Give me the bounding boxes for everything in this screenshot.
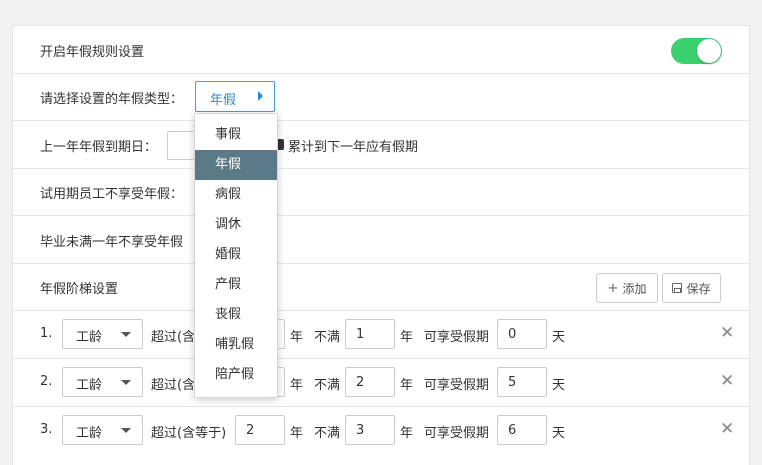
probation-row: 试用期员工不享受年假： bbox=[13, 169, 749, 216]
year-unit: 年 bbox=[400, 426, 414, 441]
dropdown-option[interactable]: 丧假 bbox=[195, 300, 277, 330]
enable-row: 开启年假规则设置 bbox=[13, 26, 749, 74]
tier-row: 1. 工龄 超过(含等于) 0 年 不满 1 年 可享受假期 0 天 ✕ bbox=[13, 311, 749, 359]
days-input[interactable]: 6 bbox=[497, 415, 547, 445]
caret-right-icon bbox=[258, 91, 263, 101]
dropdown-option[interactable]: 调休 bbox=[195, 210, 277, 240]
tier-number: 1. bbox=[40, 326, 53, 341]
toggle-knob bbox=[697, 39, 721, 63]
enjoy-label: 可享受假期 bbox=[424, 378, 490, 393]
dropdown-option[interactable]: 病假 bbox=[195, 180, 277, 210]
year-unit: 年 bbox=[400, 378, 414, 393]
days-value: 6 bbox=[508, 423, 517, 438]
save-button[interactable]: 保存 bbox=[662, 273, 721, 303]
enjoy-label: 可享受假期 bbox=[424, 330, 490, 345]
tier-basis-value: 工龄 bbox=[76, 426, 103, 441]
year-unit: 年 bbox=[400, 330, 414, 345]
chevron-down-icon bbox=[121, 332, 131, 337]
add-label: 添加 bbox=[622, 281, 647, 296]
tier-basis-select[interactable]: 工龄 bbox=[62, 319, 143, 349]
dropdown-option[interactable]: 事假 bbox=[195, 120, 277, 150]
type-row: 请选择设置的年假类型： 年假 bbox=[13, 74, 749, 121]
dropdown-option[interactable]: 产假 bbox=[195, 270, 277, 300]
close-icon[interactable]: ✕ bbox=[720, 323, 734, 343]
probation-label: 试用期员工不享受年假： bbox=[40, 187, 184, 202]
under-label: 不满 bbox=[314, 426, 341, 441]
dropdown-option[interactable]: 哺乳假 bbox=[195, 330, 277, 360]
under-label: 不满 bbox=[314, 330, 341, 345]
leave-rules-panel: 开启年假规则设置 请选择设置的年假类型： 年假 上一年年假到期日： 累计到下一年… bbox=[12, 25, 750, 465]
dropdown-option[interactable]: 陪产假 bbox=[195, 360, 277, 390]
expire-row: 上一年年假到期日： 累计到下一年应有假期 bbox=[13, 121, 749, 169]
under-value: 2 bbox=[356, 375, 365, 390]
plus-icon: + bbox=[607, 280, 619, 296]
under-input[interactable]: 2 bbox=[345, 367, 395, 397]
days-input[interactable]: 0 bbox=[497, 319, 547, 349]
tiers-header-row: 年假阶梯设置 + 添加 保存 bbox=[13, 264, 749, 311]
tier-row: 2. 工龄 超过(含等于) 1 年 不满 2 年 可享受假期 5 天 ✕ bbox=[13, 359, 749, 407]
tier-basis-value: 工龄 bbox=[76, 378, 103, 393]
under-value: 1 bbox=[356, 327, 365, 342]
chevron-down-icon bbox=[121, 428, 131, 433]
add-tier-button[interactable]: + 添加 bbox=[596, 273, 658, 303]
days-value: 0 bbox=[508, 327, 517, 342]
save-label: 保存 bbox=[686, 281, 711, 296]
tier-basis-select[interactable]: 工龄 bbox=[62, 415, 143, 445]
leave-type-value: 年假 bbox=[210, 93, 237, 108]
tier-number: 3. bbox=[40, 422, 53, 437]
enable-label: 开启年假规则设置 bbox=[40, 45, 145, 60]
tier-basis-select[interactable]: 工龄 bbox=[62, 367, 143, 397]
over-label: 超过(含等于) bbox=[151, 426, 227, 441]
days-input[interactable]: 5 bbox=[497, 367, 547, 397]
over-input[interactable]: 2 bbox=[235, 415, 285, 445]
under-value: 3 bbox=[356, 423, 365, 438]
tiers-label: 年假阶梯设置 bbox=[40, 282, 119, 297]
leave-type-select[interactable]: 年假 bbox=[195, 81, 275, 112]
day-unit: 天 bbox=[552, 330, 566, 345]
under-input[interactable]: 3 bbox=[345, 415, 395, 445]
enable-toggle[interactable] bbox=[671, 38, 722, 64]
day-unit: 天 bbox=[552, 378, 566, 393]
year-unit: 年 bbox=[290, 330, 304, 345]
tier-row: 3. 工龄 超过(含等于) 2 年 不满 3 年 可享受假期 6 天 ✕ bbox=[13, 407, 749, 455]
enjoy-label: 可享受假期 bbox=[424, 426, 490, 441]
under-input[interactable]: 1 bbox=[345, 319, 395, 349]
under-label: 不满 bbox=[314, 378, 341, 393]
accumulate-label: 累计到下一年应有假期 bbox=[288, 140, 419, 155]
tier-number: 2. bbox=[40, 374, 53, 389]
graduate-label: 毕业未满一年不享受年假 bbox=[40, 235, 184, 250]
day-unit: 天 bbox=[552, 426, 566, 441]
expire-label: 上一年年假到期日： bbox=[40, 140, 158, 155]
dropdown-option[interactable]: 年假 bbox=[195, 150, 277, 180]
tier-basis-value: 工龄 bbox=[76, 330, 103, 345]
type-label: 请选择设置的年假类型： bbox=[40, 92, 184, 107]
graduate-row: 毕业未满一年不享受年假 bbox=[13, 216, 749, 264]
close-icon[interactable]: ✕ bbox=[720, 371, 734, 391]
close-icon[interactable]: ✕ bbox=[720, 419, 734, 439]
days-value: 5 bbox=[508, 375, 517, 390]
over-value: 2 bbox=[246, 423, 255, 438]
dropdown-option[interactable]: 婚假 bbox=[195, 240, 277, 270]
leave-type-dropdown: 事假 年假 病假 调休 婚假 产假 丧假 哺乳假 陪产假 bbox=[194, 113, 278, 398]
save-icon bbox=[672, 283, 683, 293]
chevron-down-icon bbox=[121, 380, 131, 385]
year-unit: 年 bbox=[290, 378, 304, 393]
year-unit: 年 bbox=[290, 426, 304, 441]
